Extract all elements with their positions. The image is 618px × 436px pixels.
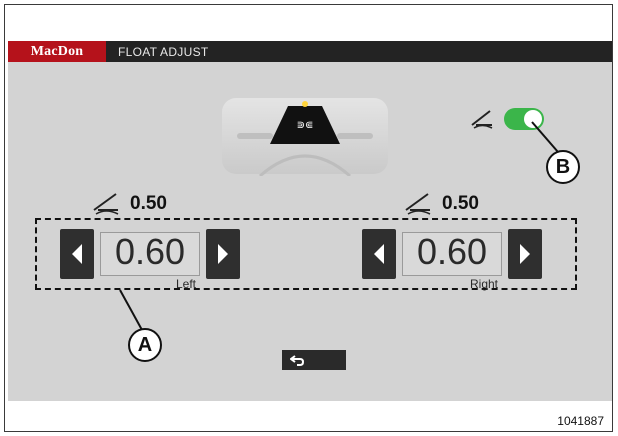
left-setpoint: 0.50 [92, 192, 167, 216]
right-float-control: 0.60 Right [362, 228, 542, 291]
chevron-right-icon [520, 244, 530, 264]
right-increase-button[interactable] [508, 229, 542, 279]
left-value-display: 0.60 Left [100, 231, 200, 291]
back-icon [290, 355, 304, 366]
callout-b: B [546, 150, 580, 184]
right-label: Right [469, 277, 498, 291]
right-decrease-button[interactable] [362, 229, 396, 279]
chevron-left-icon [374, 244, 384, 264]
back-button[interactable] [282, 350, 346, 370]
left-increase-button[interactable] [206, 229, 240, 279]
left-float-control: 0.60 Left [60, 228, 240, 291]
chevron-right-icon [218, 244, 228, 264]
right-value-display: 0.60 Right [402, 231, 502, 291]
float-icon [405, 193, 431, 215]
figure-number: 1041887 [557, 414, 604, 428]
left-setpoint-value: 0.50 [130, 193, 167, 214]
left-decrease-button[interactable] [60, 229, 94, 279]
float-icon [93, 193, 119, 215]
right-setpoint: 0.50 [404, 192, 479, 216]
left-value: 0.60 [114, 231, 186, 272]
right-value: 0.60 [416, 231, 488, 272]
left-label: Left [175, 277, 196, 291]
chevron-left-icon [72, 244, 82, 264]
callout-a: A [128, 328, 162, 362]
right-setpoint-value: 0.50 [442, 193, 479, 214]
